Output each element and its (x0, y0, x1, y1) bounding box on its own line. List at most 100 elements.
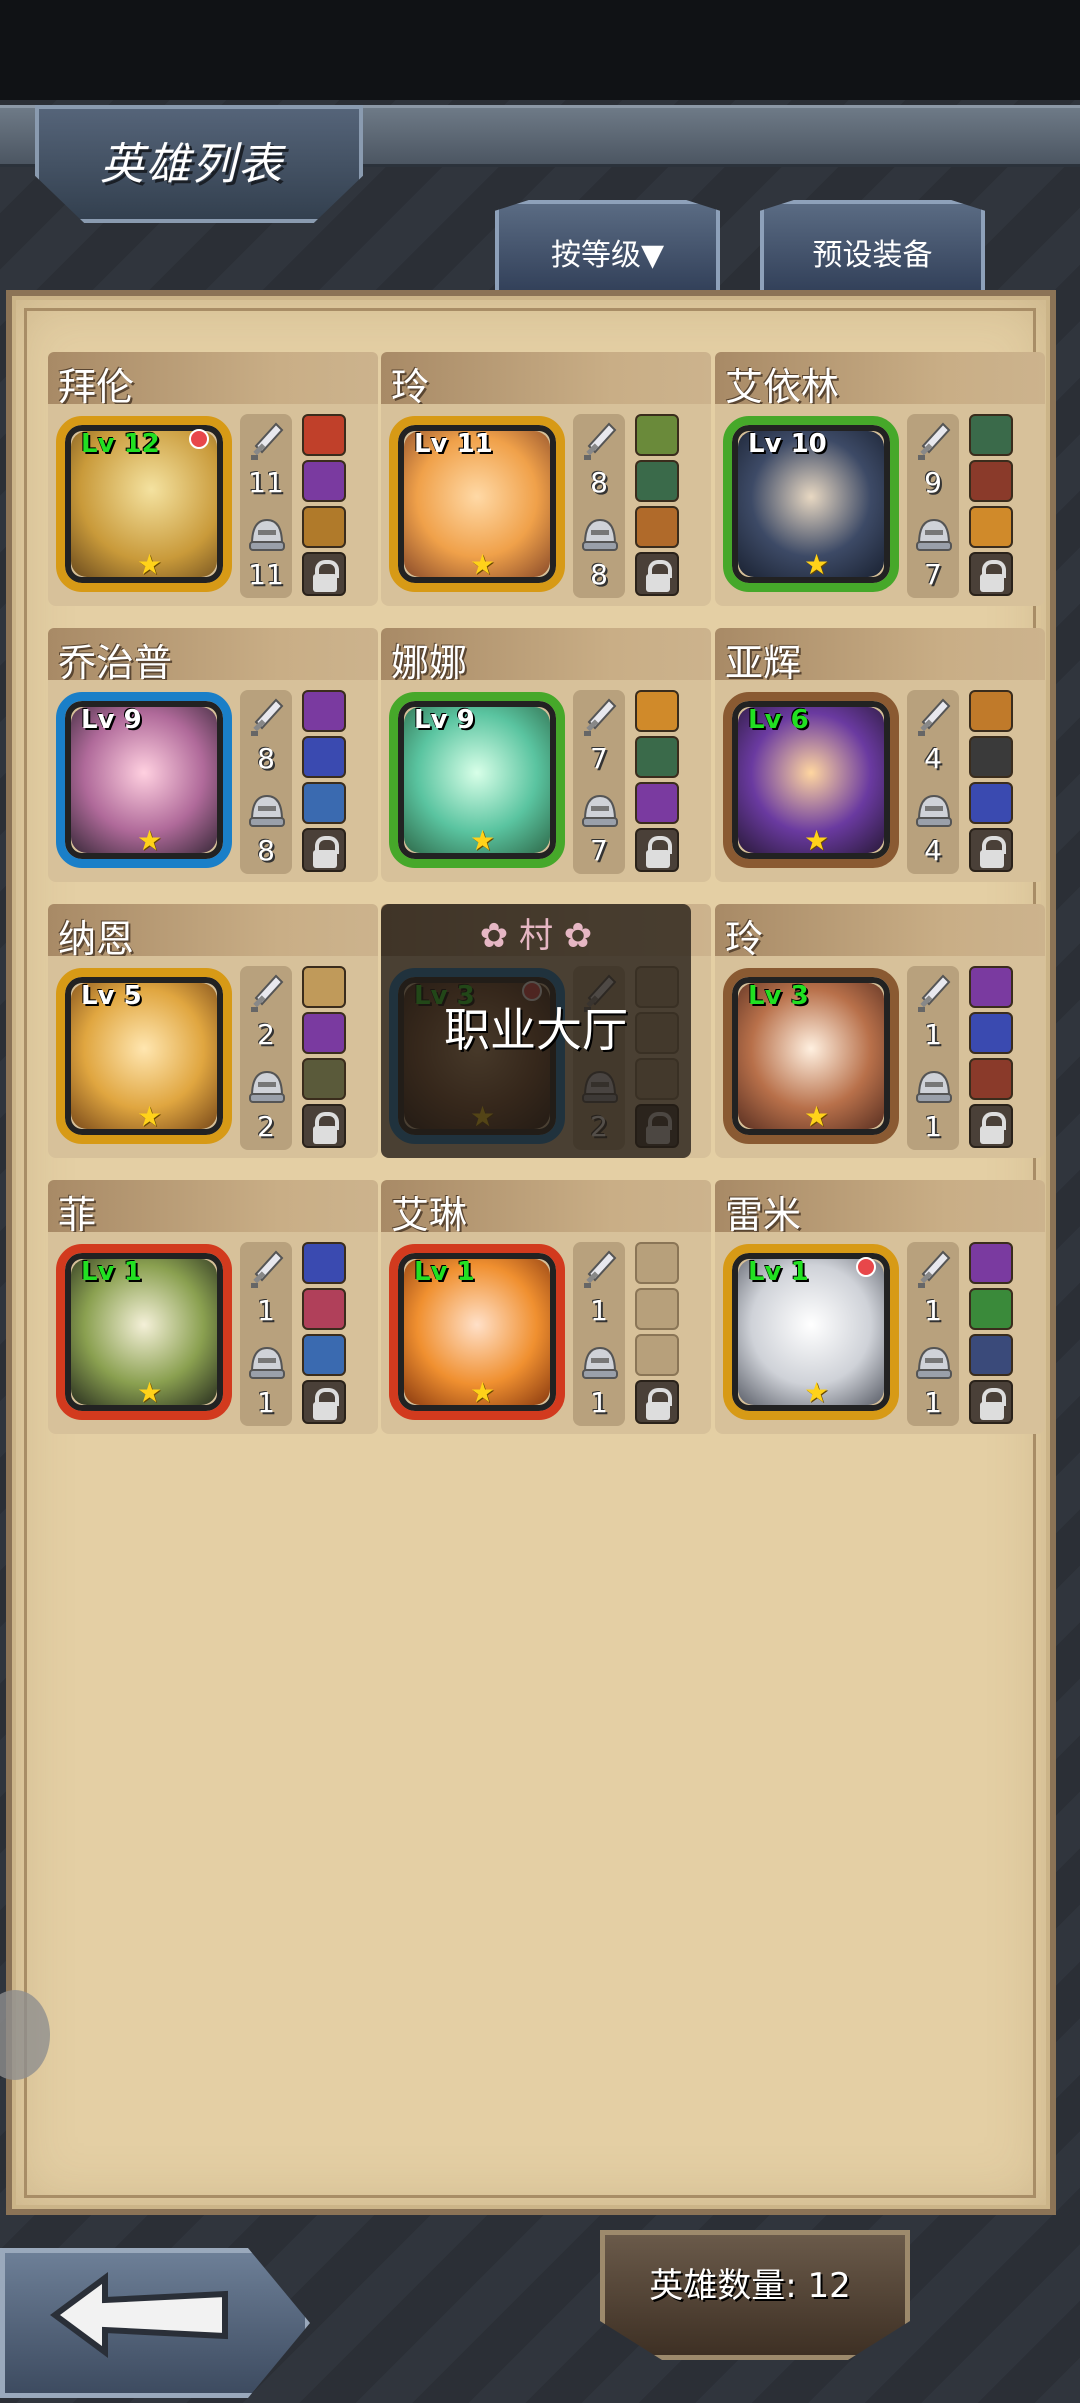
sword-icon (250, 1250, 284, 1290)
lock-icon[interactable] (302, 552, 346, 596)
helmet-icon (915, 514, 953, 554)
empty-equipment-slot[interactable] (635, 1242, 679, 1284)
hero-portrait[interactable]: Lv 10 ★ (723, 416, 899, 592)
equipment-slot[interactable] (302, 414, 346, 456)
hero-card[interactable]: 艾依林 Lv 10 ★ 9 7 (715, 352, 1045, 606)
defense-value: 7 (924, 558, 942, 591)
equipment-slot[interactable] (969, 966, 1013, 1008)
hero-name-bar: 雷米 (715, 1180, 1045, 1237)
equipment-slot[interactable] (302, 736, 346, 778)
star-icon: ★ (137, 1100, 163, 1133)
equipment-slot[interactable] (969, 1288, 1013, 1330)
hero-card-body: Lv 11 ★ 8 8 (381, 404, 711, 606)
hero-name-bar: 纳恩 (48, 904, 378, 961)
stat-column: 8 8 (240, 690, 292, 874)
equipment-slot[interactable] (302, 506, 346, 548)
equipment-slot[interactable] (969, 506, 1013, 548)
hero-card[interactable]: 纳恩 Lv 5 ★ 2 2 (48, 904, 378, 1158)
equipment-slot[interactable] (302, 1058, 346, 1100)
empty-equipment-slot[interactable] (635, 1334, 679, 1376)
equipment-slot[interactable] (302, 460, 346, 502)
defense-value: 8 (257, 834, 275, 867)
attack-value: 9 (924, 466, 942, 499)
sword-icon (917, 698, 951, 738)
star-icon: ★ (470, 824, 496, 857)
hero-card-body: Lv 6 ★ 4 4 (715, 680, 1045, 882)
notification-dot (189, 429, 209, 449)
defense-value: 1 (590, 1386, 608, 1419)
star-icon: ★ (470, 548, 496, 581)
equipment-slot[interactable] (969, 736, 1013, 778)
hero-portrait[interactable]: Lv 11 ★ (389, 416, 565, 592)
equipment-slot[interactable] (635, 782, 679, 824)
sword-icon (917, 422, 951, 462)
equipment-slot[interactable] (969, 460, 1013, 502)
preset-equipment-tab[interactable]: 预设装备 (760, 200, 985, 290)
sort-by-level-tab[interactable]: 按等级▼ (495, 200, 720, 290)
equipment-slot[interactable] (635, 736, 679, 778)
hero-card[interactable]: Lv 3 ★ 2 ✿ 村 ✿ 职业大厅 (381, 904, 711, 1158)
equipment-slot[interactable] (635, 414, 679, 456)
lock-icon[interactable] (969, 828, 1013, 872)
equipment-slot[interactable] (302, 1288, 346, 1330)
helmet-icon (915, 790, 953, 830)
stat-column: 7 7 (573, 690, 625, 874)
hero-portrait[interactable]: Lv 1 ★ (723, 1244, 899, 1420)
equipment-slot[interactable] (969, 1334, 1013, 1376)
hero-card[interactable]: 拜伦 Lv 12 ★ 11 11 (48, 352, 378, 606)
hero-card[interactable]: 亚辉 Lv 6 ★ 4 4 (715, 628, 1045, 882)
job-hall-overlay[interactable]: ✿ 村 ✿ 职业大厅 (381, 904, 691, 1158)
hero-name: 娜娜 (391, 641, 468, 685)
lock-icon[interactable] (635, 1380, 679, 1424)
equipment-slot[interactable] (969, 1242, 1013, 1284)
equipment-slot[interactable] (969, 782, 1013, 824)
hero-portrait[interactable]: Lv 5 ★ (56, 968, 232, 1144)
equipment-slot[interactable] (635, 690, 679, 732)
hero-level: Lv 11 (414, 429, 493, 459)
hero-card[interactable]: 娜娜 Lv 9 ★ 7 7 (381, 628, 711, 882)
hero-portrait[interactable]: Lv 9 ★ (389, 692, 565, 868)
sword-icon (250, 422, 284, 462)
defense-value: 1 (924, 1386, 942, 1419)
sword-icon (583, 422, 617, 462)
hero-portrait[interactable]: Lv 12 ★ (56, 416, 232, 592)
job-hall-label: 职业大厅 (444, 1003, 628, 1057)
lock-icon[interactable] (635, 828, 679, 872)
equipment-slot[interactable] (969, 690, 1013, 732)
lock-icon[interactable] (302, 1104, 346, 1148)
hero-portrait[interactable]: Lv 1 ★ (56, 1244, 232, 1420)
lock-icon[interactable] (969, 552, 1013, 596)
empty-equipment-slot[interactable] (635, 1288, 679, 1330)
lock-icon[interactable] (635, 552, 679, 596)
hero-card[interactable]: 雷米 Lv 1 ★ 1 1 (715, 1180, 1045, 1434)
equipment-slot[interactable] (969, 414, 1013, 456)
equipment-slot[interactable] (635, 460, 679, 502)
hero-card[interactable]: 玲 Lv 11 ★ 8 8 (381, 352, 711, 606)
equipment-slot[interactable] (635, 506, 679, 548)
stat-column: 1 1 (907, 966, 959, 1150)
hero-level: Lv 10 (748, 429, 827, 459)
equipment-slot[interactable] (969, 1012, 1013, 1054)
equipment-slot[interactable] (302, 782, 346, 824)
hero-portrait[interactable]: Lv 9 ★ (56, 692, 232, 868)
lock-icon[interactable] (969, 1380, 1013, 1424)
equipment-slot[interactable] (302, 690, 346, 732)
hero-card[interactable]: 玲 Lv 3 ★ 1 1 (715, 904, 1045, 1158)
hero-card-body: Lv 10 ★ 9 7 (715, 404, 1045, 606)
hero-portrait[interactable]: Lv 3 ★ (723, 968, 899, 1144)
notification-dot (856, 1257, 876, 1277)
lock-icon[interactable] (302, 1380, 346, 1424)
hero-portrait[interactable]: Lv 6 ★ (723, 692, 899, 868)
hero-portrait[interactable]: Lv 1 ★ (389, 1244, 565, 1420)
equipment-slot[interactable] (302, 1242, 346, 1284)
lock-icon[interactable] (302, 828, 346, 872)
equipment-slot[interactable] (302, 966, 346, 1008)
hero-card[interactable]: 菲 Lv 1 ★ 1 1 (48, 1180, 378, 1434)
hero-card[interactable]: 乔治普 Lv 9 ★ 8 8 (48, 628, 378, 882)
hero-card[interactable]: 艾琳 Lv 1 ★ 1 1 (381, 1180, 711, 1434)
equipment-slot[interactable] (969, 1058, 1013, 1100)
equipment-slot[interactable] (302, 1334, 346, 1376)
lock-icon[interactable] (969, 1104, 1013, 1148)
equipment-slot[interactable] (302, 1012, 346, 1054)
stat-column: 1 1 (907, 1242, 959, 1426)
